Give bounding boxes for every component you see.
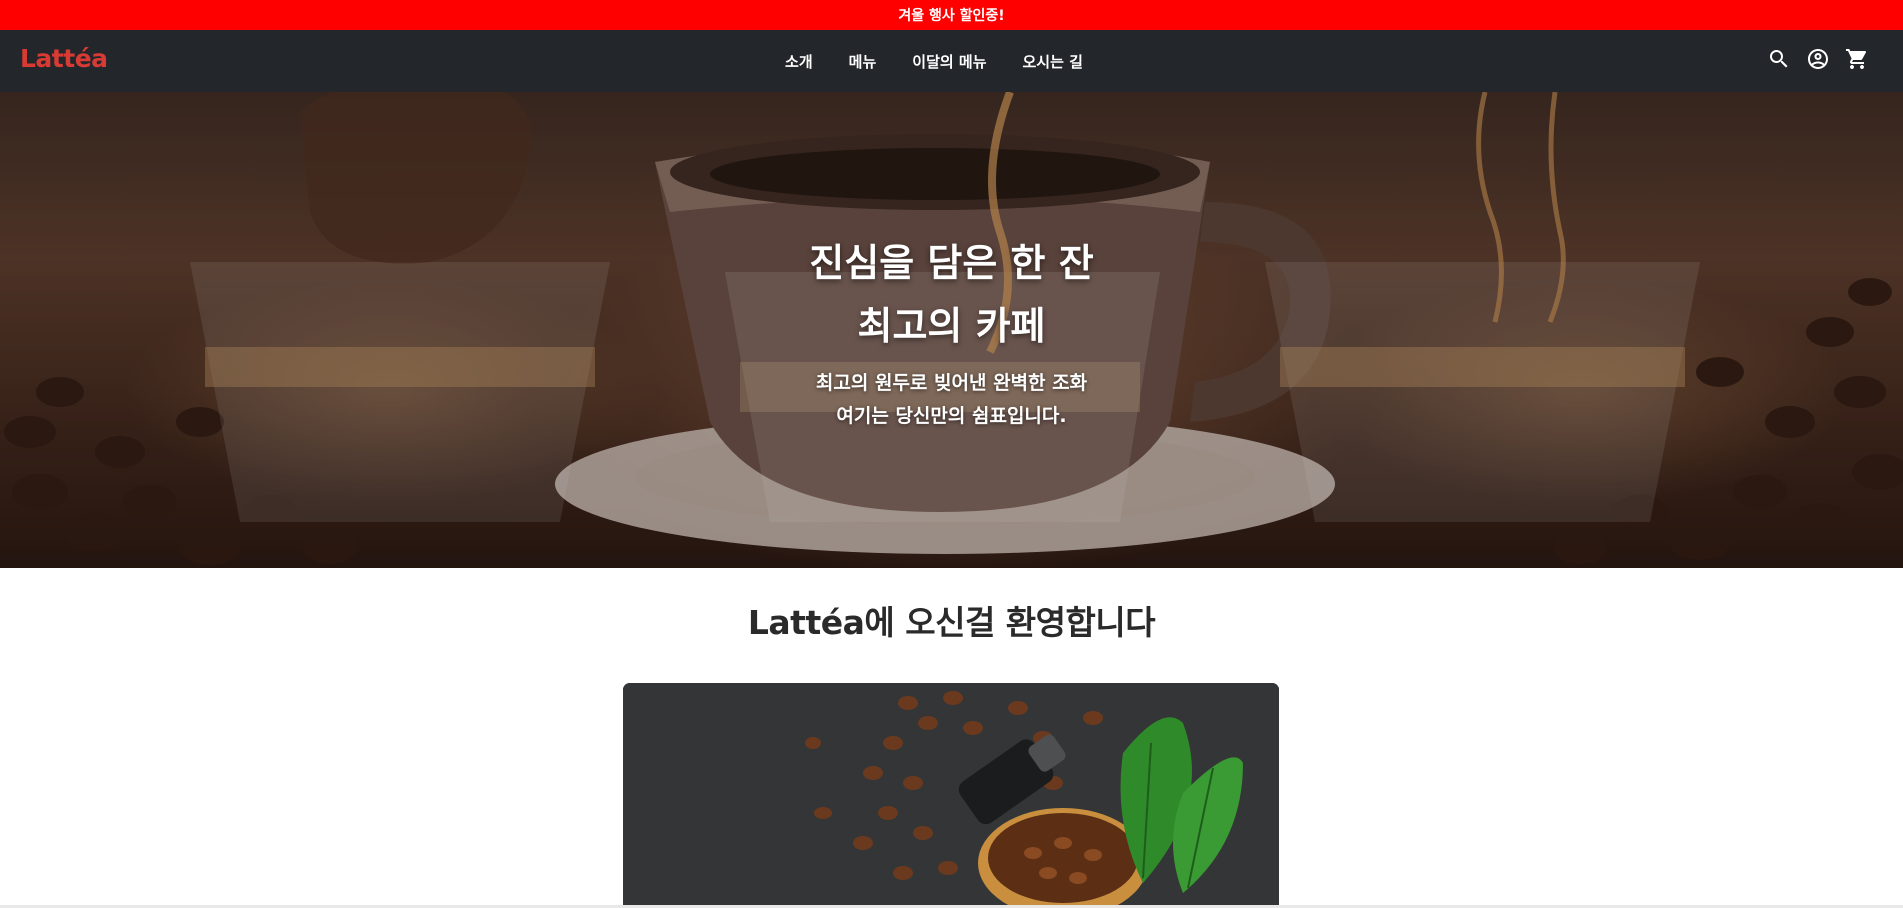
main-nav: 소개 메뉴 이달의 메뉴 오시는 길 [0, 30, 1903, 92]
search-icon[interactable] [1767, 47, 1791, 71]
welcome-heading: Lattéa에 오신걸 환영합니다 [747, 603, 1156, 642]
site-header: Lattéa 소개 메뉴 이달의 메뉴 오시는 길 [0, 30, 1903, 92]
hero-subtitle-line1: 최고의 원두로 빚어낸 완벽한 조화 [815, 372, 1088, 394]
header-actions [1767, 47, 1869, 71]
hero-title-line1: 진심을 담은 한 잔 [809, 241, 1094, 285]
hero-title-line2: 최고의 카페 [857, 304, 1046, 348]
nav-item-menu[interactable]: 메뉴 [849, 51, 877, 72]
logo[interactable]: Lattéa [20, 44, 108, 73]
nav-item-directions[interactable]: 오시는 길 [1023, 51, 1083, 72]
hero-text: 진심을 담은 한 잔 최고의 카페 최고의 원두로 빚어낸 완벽한 조화 여기는… [0, 92, 1903, 568]
nav-item-monthly-menu[interactable]: 이달의 메뉴 [912, 51, 986, 72]
cart-icon[interactable] [1845, 47, 1869, 71]
promo-text: 겨울 행사 할인중! [898, 8, 1005, 24]
promo-banner: 겨울 행사 할인중! [0, 0, 1903, 30]
account-icon[interactable] [1806, 47, 1830, 71]
coffee-beans-illustration [623, 683, 1279, 908]
coffee-beans-image [623, 683, 1279, 908]
hero-subtitle-line2: 여기는 당신만의 쉼표입니다. [836, 405, 1067, 427]
nav-item-about[interactable]: 소개 [785, 51, 813, 72]
hero-banner: 진심을 담은 한 잔 최고의 카페 최고의 원두로 빚어낸 완벽한 조화 여기는… [0, 92, 1903, 568]
